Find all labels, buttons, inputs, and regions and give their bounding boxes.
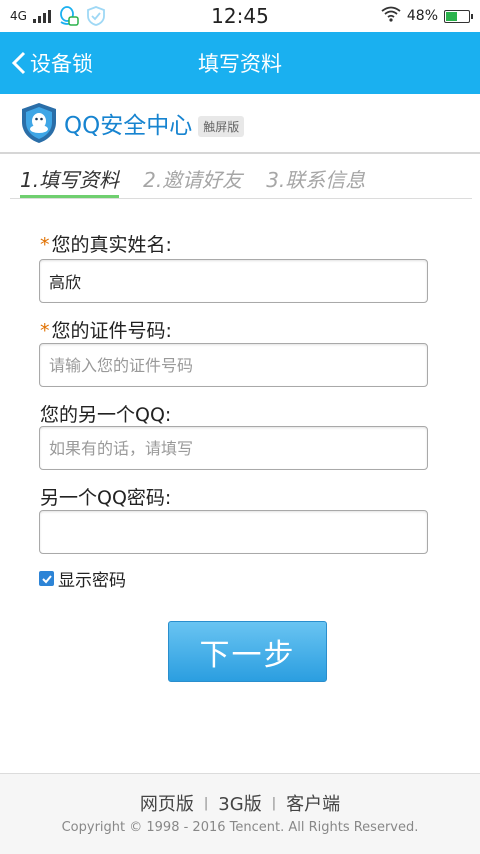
status-bar: 4G 12:45 48%: [0, 0, 480, 32]
back-button[interactable]: 设备锁: [10, 32, 93, 94]
footer-separator: |: [203, 795, 209, 811]
battery-icon: [444, 9, 473, 23]
chevron-left-icon: [11, 51, 26, 75]
check-icon: [41, 574, 52, 583]
footer-link-client[interactable]: 客户端: [286, 790, 340, 816]
footer-link-3g[interactable]: 3G版: [218, 790, 261, 816]
battery-fill: [446, 11, 457, 21]
show-password-checkbox[interactable]: [39, 571, 54, 586]
step-contact-info: 3.联系信息: [266, 168, 366, 192]
app-header: 设备锁 填写资料: [0, 32, 480, 94]
footer: 网页版 | 3G版 | 客户端 Copyright © 1998 - 2016 …: [0, 773, 480, 854]
real-name-input[interactable]: [39, 259, 428, 303]
other-qq-label: 您的另一个QQ:: [40, 404, 172, 426]
next-step-button[interactable]: 下一步: [168, 621, 327, 682]
steps-divider: [10, 198, 472, 199]
id-number-input[interactable]: [39, 343, 428, 387]
step-invite-friends: 2.邀请好友: [143, 168, 243, 192]
brand-row: QQ安全中心 触屏版: [0, 94, 480, 154]
back-label: 设备锁: [30, 52, 93, 76]
clock: 12:45: [211, 4, 269, 28]
other-qq-input[interactable]: [39, 426, 428, 470]
footer-separator: |: [271, 795, 277, 811]
other-qq-password-label: 另一个QQ密码:: [40, 487, 172, 509]
show-password-toggle[interactable]: 显示密码: [39, 566, 126, 591]
step-tabs: 1.填写资料 2.邀请好友 3.联系信息: [20, 160, 472, 198]
other-qq-password-input[interactable]: [39, 510, 428, 554]
footer-links: 网页版 | 3G版 | 客户端: [0, 790, 480, 816]
required-mark: *: [40, 320, 50, 342]
footer-link-web[interactable]: 网页版: [140, 790, 194, 816]
id-number-label: * 您的证件号码:: [40, 320, 172, 342]
show-password-label: 显示密码: [58, 571, 126, 591]
step-fill-info: 1.填写资料: [20, 160, 120, 198]
brand-name: QQ安全中心: [64, 113, 193, 139]
required-mark: *: [40, 234, 50, 256]
qq-security-logo-icon: [20, 102, 58, 144]
touch-version-badge: 触屏版: [198, 115, 245, 137]
real-name-label: * 您的真实姓名:: [40, 234, 172, 256]
copyright: Copyright © 1998 - 2016 Tencent. All Rig…: [61, 820, 419, 835]
